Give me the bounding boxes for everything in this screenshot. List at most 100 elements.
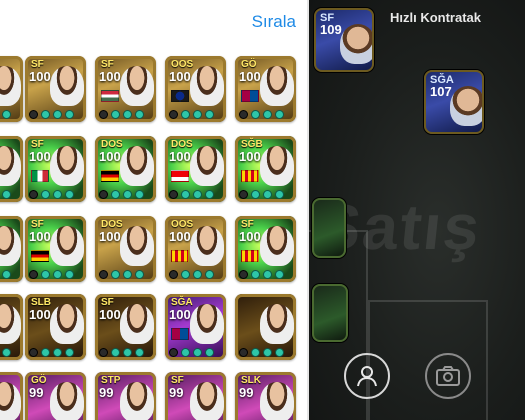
- player-portrait: [190, 382, 224, 420]
- player-card[interactable]: [0, 372, 23, 420]
- skill-indicators: [99, 190, 152, 199]
- player-card[interactable]: SF 100: [235, 216, 296, 282]
- player-card[interactable]: GÖ 99: [25, 372, 86, 420]
- player-portrait: [190, 66, 224, 106]
- player-card[interactable]: [0, 56, 23, 122]
- skill-dot-icon: [193, 110, 202, 119]
- tactic-title: Hızlı Kontratak: [390, 10, 482, 25]
- skill-dot-icon: [169, 190, 178, 199]
- skill-dot-icon: [2, 348, 11, 357]
- sort-button[interactable]: Sırala: [252, 12, 296, 32]
- skill-indicators: [99, 110, 152, 119]
- skill-dot-icon: [99, 110, 108, 119]
- player-card[interactable]: SLK 99: [235, 372, 296, 420]
- player-card[interactable]: SĞA 100: [165, 294, 226, 360]
- skill-dot-icon: [123, 270, 132, 279]
- card-rating: 100: [169, 149, 191, 164]
- skill-dot-icon: [181, 348, 190, 357]
- player-card[interactable]: DOS 100: [165, 136, 226, 202]
- team-flag-icon: [241, 90, 259, 102]
- panel-divider: [307, 0, 309, 420]
- skill-dot-icon: [111, 190, 120, 199]
- player-card[interactable]: OOS 100: [165, 216, 226, 282]
- skill-dot-icon: [205, 348, 214, 357]
- lineup-card[interactable]: SF 109: [314, 8, 374, 72]
- player-card[interactable]: SF 100: [25, 136, 86, 202]
- player-card[interactable]: SLB 100: [25, 294, 86, 360]
- skill-dot-icon: [263, 110, 272, 119]
- pitch-box-line: [368, 300, 488, 420]
- player-portrait: [190, 226, 224, 266]
- card-rating: 109: [320, 22, 342, 37]
- card-rating: 100: [99, 69, 121, 84]
- player-card[interactable]: [0, 136, 23, 202]
- manager-button[interactable]: [344, 353, 390, 399]
- player-card[interactable]: STP 99: [95, 372, 156, 420]
- player-card[interactable]: OOS 100: [165, 56, 226, 122]
- player-card[interactable]: DOS 100: [95, 216, 156, 282]
- skill-dot-icon: [65, 348, 74, 357]
- skill-indicators: [169, 190, 222, 199]
- player-card[interactable]: [0, 294, 23, 360]
- skill-dot-icon: [41, 348, 50, 357]
- player-card[interactable]: SF 100: [25, 56, 86, 122]
- card-rating: 99: [169, 385, 184, 400]
- skill-dot-icon: [111, 270, 120, 279]
- card-rating: 99: [99, 385, 114, 400]
- player-card[interactable]: SĞB 100: [235, 136, 296, 202]
- lineup-card[interactable]: SĞA 107: [424, 70, 484, 134]
- skill-dot-icon: [275, 110, 284, 119]
- skill-indicators: [29, 190, 82, 199]
- skill-dot-icon: [41, 190, 50, 199]
- skill-dot-icon: [123, 348, 132, 357]
- lineup-card-partial[interactable]: [312, 198, 346, 258]
- skill-indicators: [0, 348, 19, 357]
- player-card[interactable]: [0, 216, 23, 282]
- skill-dot-icon: [181, 270, 190, 279]
- skill-indicators: [239, 348, 292, 357]
- player-card[interactable]: GÖ 100: [235, 56, 296, 122]
- skill-dot-icon: [275, 348, 284, 357]
- skill-dot-icon: [111, 110, 120, 119]
- team-flag-icon: [171, 170, 189, 182]
- card-rating: 100: [99, 149, 121, 164]
- card-rating: 100: [169, 69, 191, 84]
- camera-icon: [436, 366, 460, 386]
- card-rating: 100: [239, 149, 261, 164]
- skill-indicators: [169, 110, 222, 119]
- card-rating: 100: [29, 149, 51, 164]
- skill-dot-icon: [181, 110, 190, 119]
- team-flag-icon: [171, 250, 189, 262]
- player-portrait: [260, 382, 294, 420]
- skill-dot-icon: [193, 270, 202, 279]
- skill-dot-icon: [205, 190, 214, 199]
- player-card[interactable]: SF 100: [95, 294, 156, 360]
- player-portrait: [260, 66, 294, 106]
- team-flag-icon: [31, 170, 49, 182]
- skill-dot-icon: [29, 270, 38, 279]
- lineup-card-partial[interactable]: [312, 284, 348, 342]
- camera-button[interactable]: [425, 353, 471, 399]
- skill-dot-icon: [53, 348, 62, 357]
- skill-dot-icon: [41, 110, 50, 119]
- player-card[interactable]: [235, 294, 296, 360]
- player-card[interactable]: SF 100: [25, 216, 86, 282]
- player-portrait: [50, 66, 84, 106]
- skill-dot-icon: [169, 110, 178, 119]
- skill-indicators: [239, 110, 292, 119]
- skill-indicators: [169, 270, 222, 279]
- player-portrait: [260, 146, 294, 186]
- player-card[interactable]: SF 99: [165, 372, 226, 420]
- player-card[interactable]: SF 100: [95, 56, 156, 122]
- skill-indicators: [99, 348, 152, 357]
- skill-dot-icon: [53, 110, 62, 119]
- card-rating: 100: [169, 307, 191, 322]
- player-portrait: [120, 66, 154, 106]
- team-flag-icon: [101, 170, 119, 182]
- skill-dot-icon: [251, 270, 260, 279]
- team-flag-icon: [31, 250, 49, 262]
- skill-dot-icon: [169, 348, 178, 357]
- player-card[interactable]: DOS 100: [95, 136, 156, 202]
- skill-dot-icon: [251, 110, 260, 119]
- team-flag-icon: [101, 90, 119, 102]
